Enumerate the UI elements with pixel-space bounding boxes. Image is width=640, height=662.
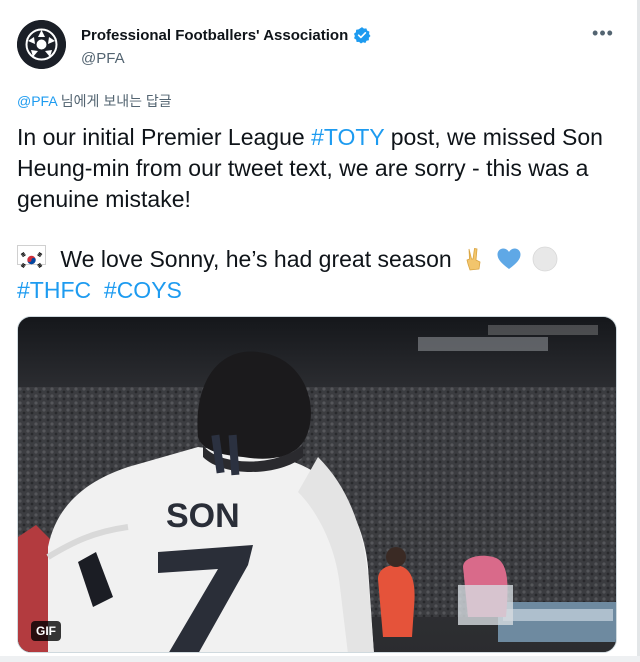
tweet-text: In our initial Premier League #TOTY post… <box>17 122 617 306</box>
tweet-text-segment: We love Sonny, he’s had great season <box>54 246 452 272</box>
gif-frame-image: SON <box>18 317 616 652</box>
hashtag-thfc-link[interactable]: #THFC <box>17 277 91 303</box>
gif-media[interactable]: SON GIF <box>17 316 617 653</box>
author-handle[interactable]: @PFA <box>81 50 371 67</box>
window-edge-bottom <box>0 656 640 662</box>
tweet-text-segment: In our initial Premier League <box>17 124 312 150</box>
white-circle-emoji-icon <box>532 246 558 272</box>
tweet-paragraph-2: We love Sonny, he’s had great season <box>17 244 617 275</box>
author-block: Professional Footballers' Association @P… <box>81 26 371 67</box>
hashtag-toty-link[interactable]: #TOTY <box>311 124 384 150</box>
reply-mention-link[interactable]: @PFA <box>17 93 57 109</box>
shirt-name-text: SON <box>166 497 240 535</box>
hashtag-coys-link[interactable]: #COYS <box>104 277 182 303</box>
gif-badge: GIF <box>31 621 61 641</box>
victory-hand-emoji-icon <box>466 248 481 271</box>
tweet-hashtags: #THFC #COYS <box>17 275 617 306</box>
pfa-logo-icon <box>17 20 66 69</box>
reply-suffix: 님에게 보내는 답글 <box>56 93 172 109</box>
tweet-paragraph-1: In our initial Premier League #TOTY post… <box>17 122 617 215</box>
more-options-icon[interactable]: ••• <box>591 24 615 46</box>
south-korea-flag-icon <box>17 245 46 268</box>
blue-heart-emoji-icon <box>497 248 521 269</box>
author-display-name[interactable]: Professional Footballers' Association <box>81 27 348 44</box>
tweet-header: Professional Footballers' Association @P… <box>17 20 617 72</box>
avatar[interactable] <box>17 20 66 69</box>
verified-badge-icon <box>354 27 371 44</box>
replying-to-line: @PFA 님에게 보내는 답글 <box>17 91 172 111</box>
